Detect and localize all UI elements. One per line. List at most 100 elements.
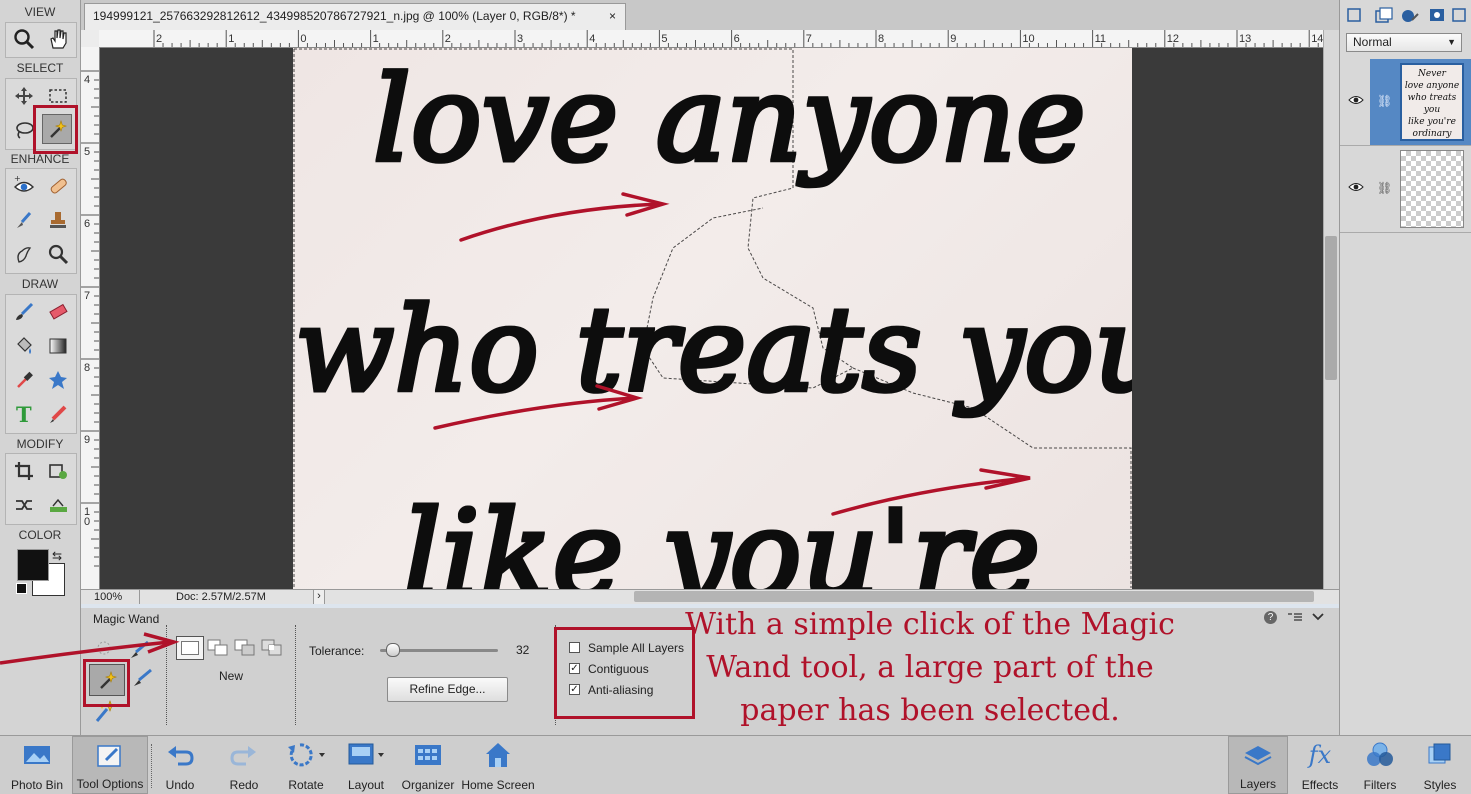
link-icon[interactable]: ⛓ (1377, 181, 1392, 195)
pointer-arrow (0, 632, 180, 665)
brush-icon[interactable] (9, 297, 39, 327)
modify-tools (5, 453, 77, 525)
pencil-icon[interactable] (43, 399, 73, 429)
undo-button[interactable]: Undo (152, 736, 208, 794)
ruler-h-label: 1 (228, 33, 234, 45)
svg-text:+: + (14, 175, 21, 183)
layout-label: Layout (347, 778, 385, 792)
toolbox: VIEW SELECT ENHANCE + DRAW T MODIFY COLO… (0, 0, 81, 735)
ruler-corner (81, 30, 100, 48)
smart-brush-icon[interactable] (9, 205, 39, 235)
tool-options-title: Magic Wand (93, 612, 160, 626)
blend-mode-dropdown[interactable]: Normal ▼ (1346, 33, 1462, 52)
undo-label: Undo (165, 778, 195, 792)
collapse-chevron-icon[interactable] (1311, 610, 1325, 625)
sponge-icon[interactable] (43, 239, 73, 269)
home-screen-label: Home Screen (461, 778, 535, 792)
eraser-icon[interactable] (43, 297, 73, 327)
type-icon[interactable]: T (9, 399, 39, 429)
horizontal-scroll-thumb[interactable] (634, 591, 1314, 602)
options-menu-icon[interactable] (1287, 611, 1303, 626)
layer-row-1[interactable]: ⛓ (1340, 146, 1471, 233)
layers-label: Layers (1239, 777, 1277, 791)
artwork-line-2: who treats you (295, 283, 1132, 418)
gradient-icon[interactable] (43, 331, 73, 361)
help-icon[interactable]: ? (1264, 611, 1277, 624)
ruler-h-label: 13 (1239, 33, 1251, 45)
selection-mode-label: New (219, 669, 244, 683)
eye-icon[interactable] (1348, 94, 1364, 109)
default-colors-icon[interactable] (16, 583, 27, 594)
spot-healing-icon[interactable] (43, 171, 73, 201)
ruler-h-label: 4 (589, 33, 595, 45)
horizontal-ruler: 2 1 0 1 2 3 4 5 6 7 8 9 10 11 12 13 14 (99, 30, 1323, 48)
ruler-h-label: 10 (1022, 33, 1034, 45)
ruler-v-label: 0 (84, 516, 90, 528)
red-eye-icon[interactable]: + (9, 171, 39, 201)
layout-button[interactable]: Layout (340, 736, 392, 794)
photo-canvas[interactable]: love anyone who treats you like you're (293, 48, 1132, 589)
ruler-h-label: 9 (950, 33, 956, 45)
photo-bin-button[interactable]: Photo Bin (2, 736, 72, 794)
layer-row-0[interactable]: ⛓ Never love anyone who treats you like … (1340, 59, 1471, 146)
annotation-line-2: Wand tool, a large part of the (706, 650, 1154, 685)
ruler-v-label: 7 (84, 290, 90, 302)
link-icon[interactable]: ⛓ (1377, 94, 1392, 108)
filters-button[interactable]: Filters (1352, 736, 1408, 794)
organizer-label: Organizer (401, 778, 455, 792)
refine-edge-button[interactable]: Refine Edge... (387, 677, 508, 702)
effects-button[interactable]: fx Effects (1292, 736, 1348, 794)
document-tab-title: 194999121_257663292812612_43499852078672… (93, 9, 576, 23)
recompose-icon[interactable] (43, 456, 73, 486)
content-aware-move-icon[interactable] (9, 490, 39, 520)
rotate-button[interactable]: Rotate (276, 736, 336, 794)
vertical-ruler: 45678910 (81, 47, 100, 589)
tolerance-value[interactable]: 32 (516, 643, 529, 657)
ruler-h-label: 2 (156, 33, 162, 45)
styles-button[interactable]: Styles (1412, 736, 1468, 794)
crop-icon[interactable] (9, 456, 39, 486)
svg-text:T: T (16, 403, 32, 425)
zoom-icon[interactable] (9, 24, 39, 54)
organizer-button[interactable]: Organizer (398, 736, 458, 794)
ruler-v-label: 4 (84, 74, 90, 86)
thumb-line-5: ordinary (1412, 129, 1452, 139)
swap-colors-icon[interactable]: ⇆ (52, 549, 62, 563)
thumb-line-1: Never (1418, 69, 1446, 79)
tool-options-button[interactable]: Tool Options (72, 736, 148, 794)
artwork-line-3: like you're (403, 486, 1040, 589)
tolerance-slider-handle[interactable] (386, 643, 400, 657)
home-screen-button[interactable]: Home Screen (461, 736, 535, 794)
hand-icon[interactable] (43, 24, 73, 54)
ruler-h-label: 3 (517, 33, 523, 45)
redo-button[interactable]: Redo (216, 736, 272, 794)
clone-stamp-icon[interactable] (43, 205, 73, 235)
ruler-h-label: 1 (373, 33, 379, 45)
blur-icon[interactable] (9, 239, 39, 269)
thumb-line-3: who treats you (1407, 93, 1457, 115)
layers-button[interactable]: Layers (1228, 736, 1288, 794)
artwork-line-1: love anyone (373, 50, 1086, 188)
intersect-selection-button[interactable] (260, 638, 286, 661)
paint-bucket-icon[interactable] (9, 331, 39, 361)
straighten-icon[interactable] (43, 490, 73, 520)
annotation-line-1: With a simple click of the Magic (685, 607, 1175, 642)
annotation-line-3: paper has been selected. (740, 693, 1120, 728)
document-tab[interactable]: 194999121_257663292812612_43499852078672… (84, 3, 626, 30)
subtract-from-selection-button[interactable] (233, 638, 259, 661)
ruler-h-label: 7 (806, 33, 812, 45)
ruler-h-label: 2 (445, 33, 451, 45)
ruler-h-label: 12 (1167, 33, 1179, 45)
custom-shape-icon[interactable] (43, 365, 73, 395)
section-modify-label: MODIFY (16, 437, 64, 451)
foreground-color-swatch[interactable] (17, 549, 49, 581)
eyedropper-icon[interactable] (9, 365, 39, 395)
fx-icon: fx (1308, 741, 1332, 769)
vertical-scroll-thumb[interactable] (1325, 236, 1337, 380)
section-enhance-label: ENHANCE (10, 152, 70, 166)
close-icon[interactable]: × (609, 4, 616, 28)
eye-icon[interactable] (1348, 181, 1364, 196)
add-to-selection-button[interactable] (206, 638, 232, 661)
zoom-level: 100% (94, 591, 123, 603)
ruler-h-label: 6 (734, 33, 740, 45)
